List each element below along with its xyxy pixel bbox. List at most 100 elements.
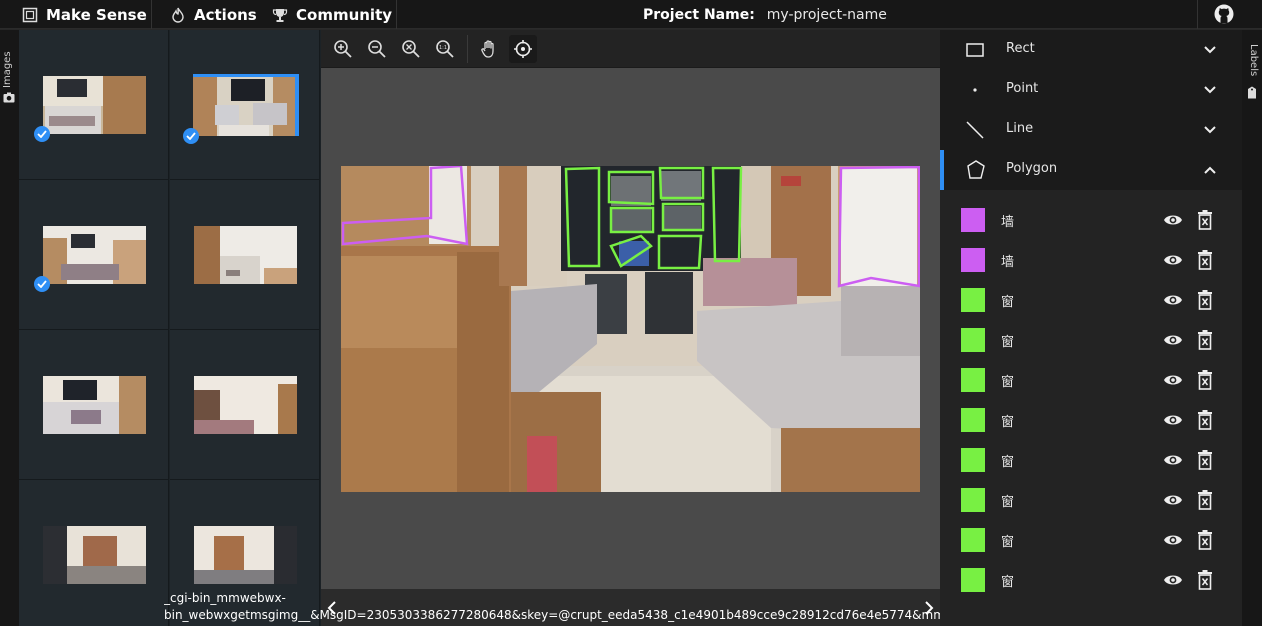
label-row[interactable]: 窗 bbox=[940, 320, 1242, 360]
chevron-down-icon[interactable] bbox=[1202, 122, 1218, 138]
crosshair-icon[interactable] bbox=[509, 35, 537, 63]
editor-toolbar: 1:1 bbox=[321, 30, 940, 68]
delete-icon[interactable] bbox=[1197, 210, 1213, 230]
delete-icon[interactable] bbox=[1197, 250, 1213, 270]
thumbnail-item-active[interactable] bbox=[170, 30, 320, 180]
delete-icon[interactable] bbox=[1197, 370, 1213, 390]
annotated-image[interactable] bbox=[341, 166, 920, 492]
delete-icon[interactable] bbox=[1197, 330, 1213, 350]
zoom-out-icon[interactable] bbox=[363, 35, 391, 63]
delete-icon[interactable] bbox=[1197, 290, 1213, 310]
labels-panel: Rect Point Line Polygon 墙 墙 窗 窗 窗 窗 窗 窗 … bbox=[940, 30, 1242, 626]
label-color-swatch[interactable] bbox=[961, 368, 985, 392]
filename-line-2: bin_webwxgetmsgimg__&MsgID=2305303386277… bbox=[164, 608, 944, 622]
filename-line-1: _cgi-bin_mmwebwx- bbox=[164, 591, 286, 605]
zoom-fit-icon[interactable] bbox=[397, 35, 425, 63]
github-icon[interactable] bbox=[1214, 4, 1234, 24]
label-color-swatch[interactable] bbox=[961, 408, 985, 432]
hand-pan-icon[interactable] bbox=[475, 35, 503, 63]
images-tab-label: Images bbox=[2, 51, 13, 88]
checked-icon bbox=[34, 126, 50, 142]
thumbnail-item[interactable] bbox=[19, 330, 169, 480]
label-name[interactable]: 墙 bbox=[1001, 211, 1014, 230]
eye-icon[interactable] bbox=[1163, 291, 1183, 309]
label-row[interactable]: 窗 bbox=[940, 480, 1242, 520]
community-menu[interactable]: Community bbox=[272, 0, 392, 29]
label-type-rect[interactable]: Rect bbox=[940, 30, 1242, 70]
zoom-in-icon[interactable] bbox=[329, 35, 357, 63]
label-row[interactable]: 墙 bbox=[940, 200, 1242, 240]
point-icon bbox=[964, 80, 986, 100]
images-side-tab[interactable]: Images bbox=[0, 30, 19, 626]
tag-icon bbox=[1247, 84, 1257, 99]
camera-icon bbox=[3, 88, 15, 103]
divider bbox=[151, 0, 152, 29]
thumbnail-item[interactable] bbox=[170, 330, 320, 480]
delete-icon[interactable] bbox=[1197, 490, 1213, 510]
actions-menu[interactable]: Actions bbox=[170, 0, 257, 29]
thumbnail-item[interactable] bbox=[19, 180, 169, 330]
delete-icon[interactable] bbox=[1197, 530, 1213, 550]
eye-icon[interactable] bbox=[1163, 451, 1183, 469]
label-color-swatch[interactable] bbox=[961, 568, 985, 592]
checked-icon bbox=[183, 128, 199, 144]
logo-icon bbox=[22, 7, 38, 23]
label-name[interactable]: 窗 bbox=[1001, 451, 1014, 470]
label-color-swatch[interactable] bbox=[961, 528, 985, 552]
label-name[interactable]: 窗 bbox=[1001, 291, 1014, 310]
label-name[interactable]: 墙 bbox=[1001, 251, 1014, 270]
label-type-point[interactable]: Point bbox=[940, 70, 1242, 110]
polygon-icon bbox=[964, 160, 986, 180]
delete-icon[interactable] bbox=[1197, 410, 1213, 430]
label-color-swatch[interactable] bbox=[961, 328, 985, 352]
label-name[interactable]: 窗 bbox=[1001, 531, 1014, 550]
eye-icon[interactable] bbox=[1163, 211, 1183, 229]
delete-icon[interactable] bbox=[1197, 450, 1213, 470]
eye-icon[interactable] bbox=[1163, 331, 1183, 349]
delete-icon[interactable] bbox=[1197, 570, 1213, 590]
chevron-up-icon[interactable] bbox=[1202, 162, 1218, 178]
label-color-swatch[interactable] bbox=[961, 488, 985, 512]
eye-icon[interactable] bbox=[1163, 371, 1183, 389]
thumbnail-image bbox=[194, 226, 297, 284]
label-row[interactable]: 墙 bbox=[940, 240, 1242, 280]
label-row[interactable]: 窗 bbox=[940, 360, 1242, 400]
label-name[interactable]: 窗 bbox=[1001, 571, 1014, 590]
zoom-actual-size-icon[interactable]: 1:1 bbox=[431, 35, 459, 63]
chevron-down-icon[interactable] bbox=[1202, 82, 1218, 98]
thumbnail-item[interactable] bbox=[19, 480, 169, 626]
brand[interactable]: Make Sense bbox=[22, 0, 147, 29]
label-row[interactable]: 窗 bbox=[940, 400, 1242, 440]
label-row[interactable]: 窗 bbox=[940, 520, 1242, 560]
label-color-swatch[interactable] bbox=[961, 288, 985, 312]
label-type-name: Line bbox=[1006, 121, 1034, 136]
divider bbox=[467, 35, 468, 63]
label-type-polygon[interactable]: Polygon bbox=[940, 150, 1242, 190]
thumbnail-image bbox=[194, 376, 297, 434]
label-color-swatch[interactable] bbox=[961, 448, 985, 472]
thumbnail-item[interactable] bbox=[19, 30, 169, 180]
label-name[interactable]: 窗 bbox=[1001, 491, 1014, 510]
label-color-swatch[interactable] bbox=[961, 248, 985, 272]
eye-icon[interactable] bbox=[1163, 531, 1183, 549]
label-row[interactable]: 窗 bbox=[940, 560, 1242, 600]
label-type-name: Point bbox=[1006, 81, 1039, 96]
label-name[interactable]: 窗 bbox=[1001, 371, 1014, 390]
divider bbox=[1197, 0, 1198, 29]
labels-side-tab[interactable]: Labels bbox=[1242, 30, 1262, 626]
label-name[interactable]: 窗 bbox=[1001, 331, 1014, 350]
label-row[interactable]: 窗 bbox=[940, 440, 1242, 480]
eye-icon[interactable] bbox=[1163, 411, 1183, 429]
thumbnail-item[interactable] bbox=[170, 180, 320, 330]
eye-icon[interactable] bbox=[1163, 491, 1183, 509]
editor-canvas[interactable] bbox=[321, 68, 940, 589]
eye-icon[interactable] bbox=[1163, 251, 1183, 269]
project-name-value[interactable]: my-project-name bbox=[767, 7, 887, 23]
label-color-swatch[interactable] bbox=[961, 208, 985, 232]
chevron-down-icon[interactable] bbox=[1202, 42, 1218, 58]
label-name[interactable]: 窗 bbox=[1001, 411, 1014, 430]
divider bbox=[396, 0, 397, 29]
label-type-line[interactable]: Line bbox=[940, 110, 1242, 150]
label-row[interactable]: 窗 bbox=[940, 280, 1242, 320]
eye-icon[interactable] bbox=[1163, 571, 1183, 589]
